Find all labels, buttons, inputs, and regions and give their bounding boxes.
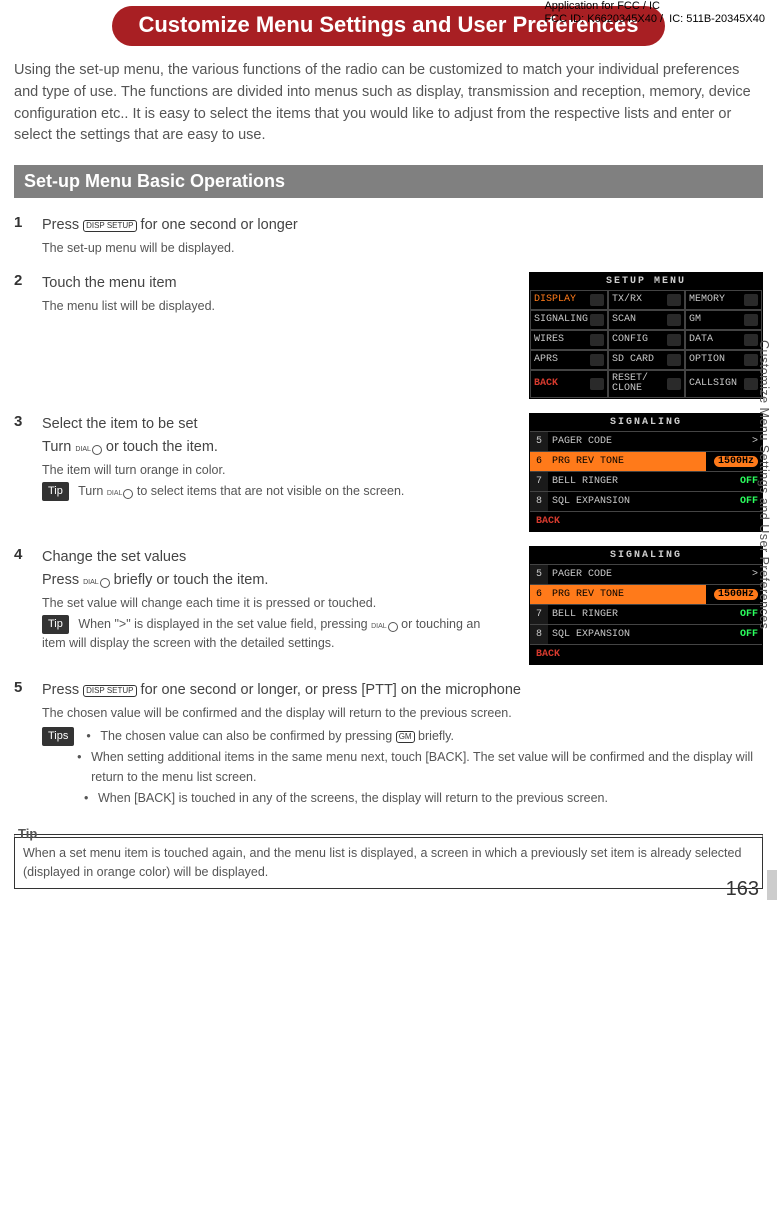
step-3-tip: Tip Turn DIAL to select items that are n… — [42, 482, 505, 501]
steps-list: 1 Press DISP SETUP for one second or lon… — [14, 214, 763, 808]
back-icon — [590, 378, 604, 390]
data-icon — [744, 334, 758, 346]
reset-icon — [667, 378, 681, 390]
side-tab-marker — [767, 870, 777, 900]
setup-cell-callsign: CALLSIGN — [685, 370, 762, 398]
wires-icon — [590, 334, 604, 346]
txrx-icon — [667, 294, 681, 306]
dial-icon: DIAL — [371, 622, 398, 633]
setup-cell-memory: MEMORY — [685, 290, 762, 310]
list-row-5: 5PAGER CODE> — [530, 431, 762, 451]
setup-cell-gm: GM — [685, 310, 762, 330]
step-5-number: 5 — [14, 679, 36, 696]
lcd-setup-menu: SETUP MENU DISPLAY TX/RX MEMORY SIGNALIN… — [529, 272, 763, 399]
step-2-sub: The menu list will be displayed. — [42, 297, 505, 316]
step-4-sub: The set value will change each time it i… — [42, 594, 505, 613]
tips-pill: Tips — [42, 727, 74, 746]
tip-3: When [BACK] is touched in any of the scr… — [98, 789, 608, 808]
memory-icon — [744, 294, 758, 306]
dial-icon: DIAL — [75, 444, 102, 455]
page-root: Application for FCC / IC FCC ID: K662034… — [0, 0, 777, 907]
setup-cell-display: DISPLAY — [530, 290, 608, 310]
scan-icon — [667, 314, 681, 326]
lcd-signaling-2: SIGNALING 5PAGER CODE> 6PRG REV TONE1500… — [529, 546, 763, 665]
step-3: 3 Select the item to be set Turn DIAL or… — [14, 413, 763, 532]
step-4-number: 4 — [14, 546, 36, 563]
fcc-line-2: FCC ID: K6620345X40 / IC: 511B-20345X40 — [544, 13, 765, 25]
step-3-line: Turn DIAL or touch the item. — [42, 436, 505, 459]
list-row-8b: 8SQL EXPANSIONOFF — [530, 624, 762, 644]
list-row-5b: 5PAGER CODE> — [530, 564, 762, 584]
setup-cell-config: CONFIG — [608, 330, 685, 350]
step-4: 4 Change the set values Press DIAL brief… — [14, 546, 763, 665]
signaling-icon — [590, 314, 604, 326]
lcd-sig-title-1: SIGNALING — [530, 414, 762, 431]
step-5: 5 Press DISP SETUP for one second or lon… — [14, 679, 763, 808]
tip-pill: Tip — [42, 615, 69, 634]
dial-icon: DIAL — [107, 489, 134, 500]
section-title: Set-up Menu Basic Operations — [14, 165, 763, 198]
fcc-line-1: Application for FCC / IC — [544, 0, 660, 12]
setup-cell-wires: WIRES — [530, 330, 608, 350]
lcd-sig-title-2: SIGNALING — [530, 547, 762, 564]
list-row-7: 7BELL RINGEROFF — [530, 471, 762, 491]
disp-key-icon: DISP SETUP — [83, 220, 136, 232]
disp-key-icon: DISP SETUP — [83, 685, 136, 697]
setup-cell-back: BACK — [530, 370, 608, 398]
step-4-tip: Tip When ">" is displayed in the set val… — [42, 615, 505, 653]
step-1-sub: The set-up menu will be displayed. — [42, 239, 763, 258]
sdcard-icon — [667, 354, 681, 366]
tip-2: When setting additional items in the sam… — [91, 748, 763, 787]
setup-cell-txrx: TX/RX — [608, 290, 685, 310]
step-3-title: Select the item to be set — [42, 413, 505, 436]
tip-pill: Tip — [42, 482, 69, 501]
setup-cell-signaling: SIGNALING — [530, 310, 608, 330]
option-icon — [744, 354, 758, 366]
step-1: 1 Press DISP SETUP for one second or lon… — [14, 214, 763, 258]
config-icon — [667, 334, 681, 346]
setup-cell-sdcard: SD CARD — [608, 350, 685, 370]
step-5-tips: Tips • The chosen value can also be conf… — [42, 727, 763, 809]
callsign-icon — [744, 378, 758, 390]
step-2: 2 Touch the menu item The menu list will… — [14, 272, 763, 399]
step-2-title: Touch the menu item — [42, 272, 505, 295]
intro-paragraph: Using the set-up menu, the various funct… — [14, 60, 763, 147]
setup-cell-data: DATA — [685, 330, 762, 350]
tip-box-body: When a set menu item is touched again, a… — [14, 834, 763, 889]
step-1-number: 1 — [14, 214, 36, 231]
list-row-6: 6PRG REV TONE1500Hz — [530, 451, 762, 471]
step-3-number: 3 — [14, 413, 36, 430]
list-row-7b: 7BELL RINGEROFF — [530, 604, 762, 624]
lcd-setup-title: SETUP MENU — [530, 273, 762, 290]
list-row-6b: 6PRG REV TONE1500Hz — [530, 584, 762, 604]
lcd-back-1: BACK — [530, 511, 762, 531]
step-1-title: Press DISP SETUP for one second or longe… — [42, 214, 763, 237]
tip-box-wrap: Tip When a set menu item is touched agai… — [14, 826, 763, 889]
step-5-sub: The chosen value will be confirmed and t… — [42, 704, 763, 723]
setup-cell-scan: SCAN — [608, 310, 685, 330]
tip-1: The chosen value can also be confirmed b… — [100, 727, 454, 746]
step-2-number: 2 — [14, 272, 36, 289]
page-number: 163 — [726, 878, 759, 901]
setup-cell-reset: RESET/ CLONE — [608, 370, 685, 398]
step-4-line: Press DIAL briefly or touch the item. — [42, 569, 505, 592]
lcd-back-2: BACK — [530, 644, 762, 664]
step-3-sub: The item will turn orange in color. — [42, 461, 505, 480]
setup-cell-aprs: APRS — [530, 350, 608, 370]
lcd-setup-grid: DISPLAY TX/RX MEMORY SIGNALING SCAN GM W… — [530, 290, 762, 398]
list-row-8: 8SQL EXPANSIONOFF — [530, 491, 762, 511]
aprs-icon — [590, 354, 604, 366]
step-5-title: Press DISP SETUP for one second or longe… — [42, 679, 763, 702]
step-4-title: Change the set values — [42, 546, 505, 569]
gm-icon — [744, 314, 758, 326]
setup-cell-option: OPTION — [685, 350, 762, 370]
display-icon — [590, 294, 604, 306]
side-vertical-label: Customize Menu Settings and User Prefere… — [757, 340, 771, 860]
gm-key-icon: GM — [396, 731, 415, 743]
dial-icon: DIAL — [83, 577, 110, 588]
lcd-signaling-1: SIGNALING 5PAGER CODE> 6PRG REV TONE1500… — [529, 413, 763, 532]
fcc-header: Application for FCC / IC FCC ID: K662034… — [544, 0, 765, 26]
